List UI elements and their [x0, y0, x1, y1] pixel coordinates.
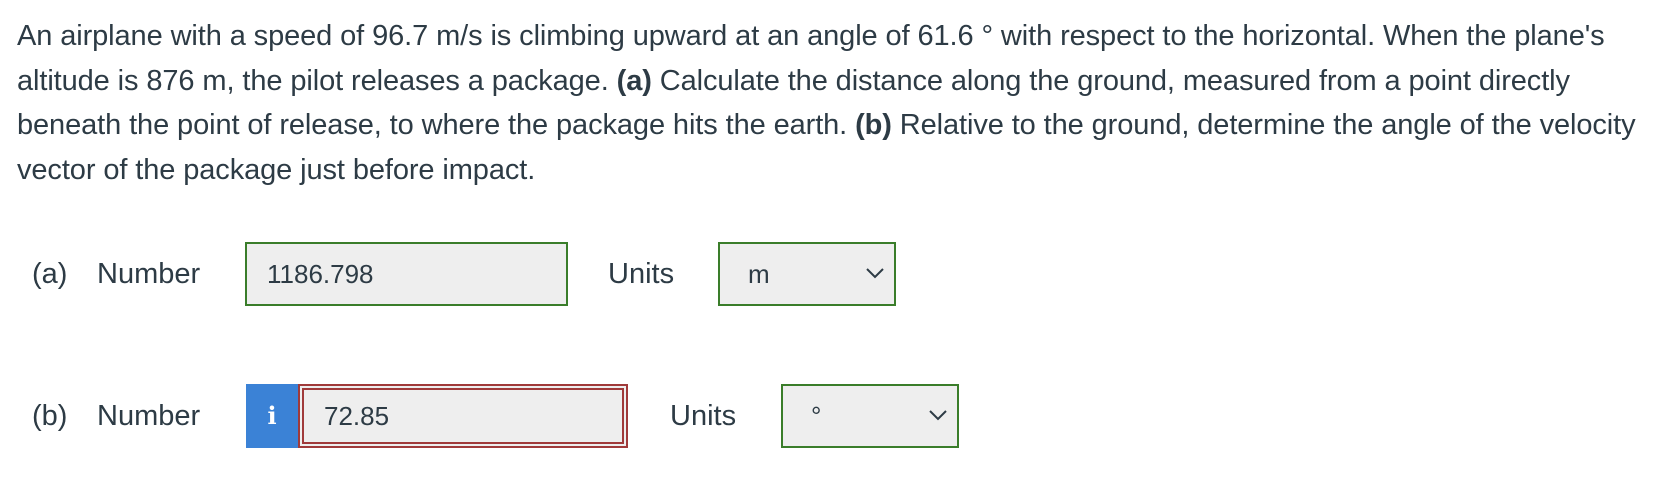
info-icon[interactable]: i — [246, 384, 298, 448]
units-label-b: Units — [670, 400, 737, 432]
chevron-down-icon — [866, 268, 884, 279]
part-b-label: (b) — [32, 400, 68, 432]
part-b-tag: (b) — [855, 109, 892, 141]
chevron-down-icon — [929, 410, 947, 421]
number-label-a: Number — [97, 258, 201, 290]
answer-input-b[interactable]: 72.85 — [300, 386, 626, 446]
answer-input-a[interactable]: 1186.798 — [245, 242, 568, 306]
units-value-b: ° — [811, 401, 822, 431]
units-select-a[interactable]: m — [718, 242, 896, 306]
units-value-a: m — [748, 259, 770, 289]
units-label-a: Units — [608, 258, 675, 290]
number-label-b: Number — [97, 400, 201, 432]
question-text: An airplane with a speed of 96.7 m/s is … — [17, 14, 1642, 192]
units-select-b[interactable]: ° — [781, 384, 959, 448]
part-a-label: (a) — [32, 258, 68, 290]
part-a-tag: (a) — [616, 64, 652, 97]
